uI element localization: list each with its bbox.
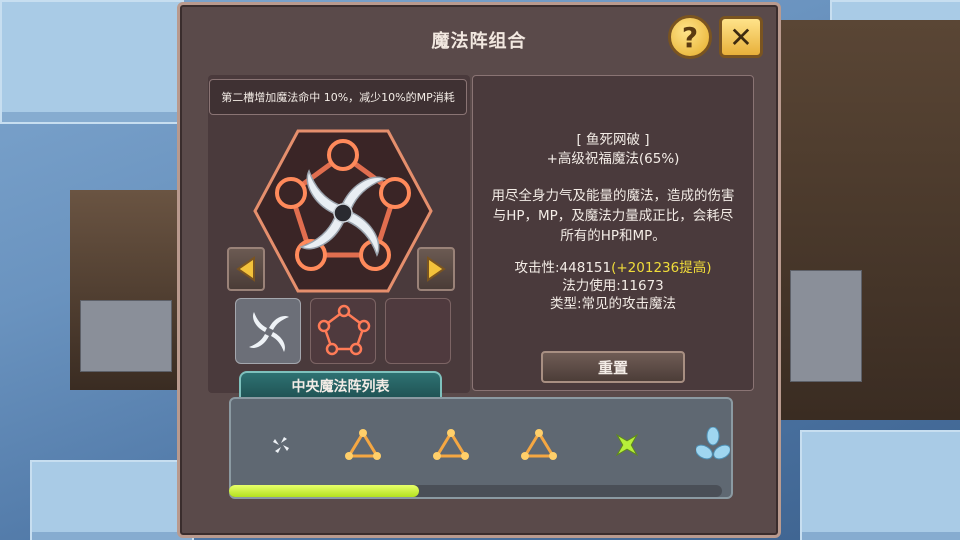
blue-tri-blade-icon (696, 427, 730, 460)
dialog-titlebar: 魔法阵组合 ? ✕ (180, 5, 778, 69)
shuriken-small-icon (249, 312, 289, 352)
list-scrollbar-thumb[interactable] (229, 485, 419, 497)
skill-rank: +高级祝福魔法(65%) (546, 151, 680, 167)
skill-mana-cost: 法力使用:11673 (562, 278, 664, 294)
triangle-ring-icon (345, 429, 381, 460)
skill-name: [ 鱼死网破 ] (576, 132, 650, 148)
array-slot-1[interactable] (235, 298, 301, 364)
array-slot-2[interactable] (310, 298, 376, 364)
reset-button[interactable]: 重置 (541, 351, 685, 383)
list-item[interactable] (429, 423, 473, 467)
help-button[interactable]: ? (668, 15, 712, 59)
arrow-left-icon (236, 256, 255, 282)
arrow-right-icon (427, 256, 446, 282)
array-slot-3-empty[interactable] (385, 298, 451, 364)
slot-buff-text: 第二槽增加魔法命中 10%，减少10%的MP消耗 (209, 79, 467, 115)
skill-description: 用尽全身力气及能量的魔法，造成的伤害与HP，MP，及魔法力量成正比，会耗尽所有的… (491, 188, 735, 244)
triangle-ring-icon (433, 429, 469, 460)
question-icon: ? (681, 20, 699, 54)
skill-type: 类型:常见的攻击魔法 (549, 296, 677, 312)
close-button[interactable]: ✕ (719, 16, 763, 58)
list-item[interactable] (605, 423, 649, 467)
list-item[interactable] (691, 423, 731, 467)
close-icon: ✕ (729, 20, 753, 54)
magic-array-preview (253, 127, 433, 295)
list-item[interactable] (517, 423, 561, 467)
skill-attack: 攻击性:448151(+201236提高) (472, 259, 754, 278)
list-item[interactable] (259, 423, 303, 467)
attack-value: 攻击性:448151 (514, 260, 612, 276)
central-array-list-tab[interactable]: 中央魔法阵列表 (239, 371, 442, 399)
small-swirl-icon (273, 437, 289, 453)
attack-bonus: (+201236提高) (611, 260, 712, 276)
next-array-button[interactable] (417, 247, 455, 291)
list-item[interactable] (341, 423, 385, 467)
central-array-list (229, 397, 733, 499)
previous-array-button[interactable] (227, 247, 265, 291)
pentagram-ring-small-icon (317, 304, 371, 356)
magic-array-dialog: 魔法阵组合 ? ✕ 第二槽增加魔法命中 10%，减少10%的MP消耗 [鱼死网… (177, 2, 781, 538)
triangle-ring-icon (521, 429, 557, 460)
green-shuriken-icon (615, 433, 639, 457)
